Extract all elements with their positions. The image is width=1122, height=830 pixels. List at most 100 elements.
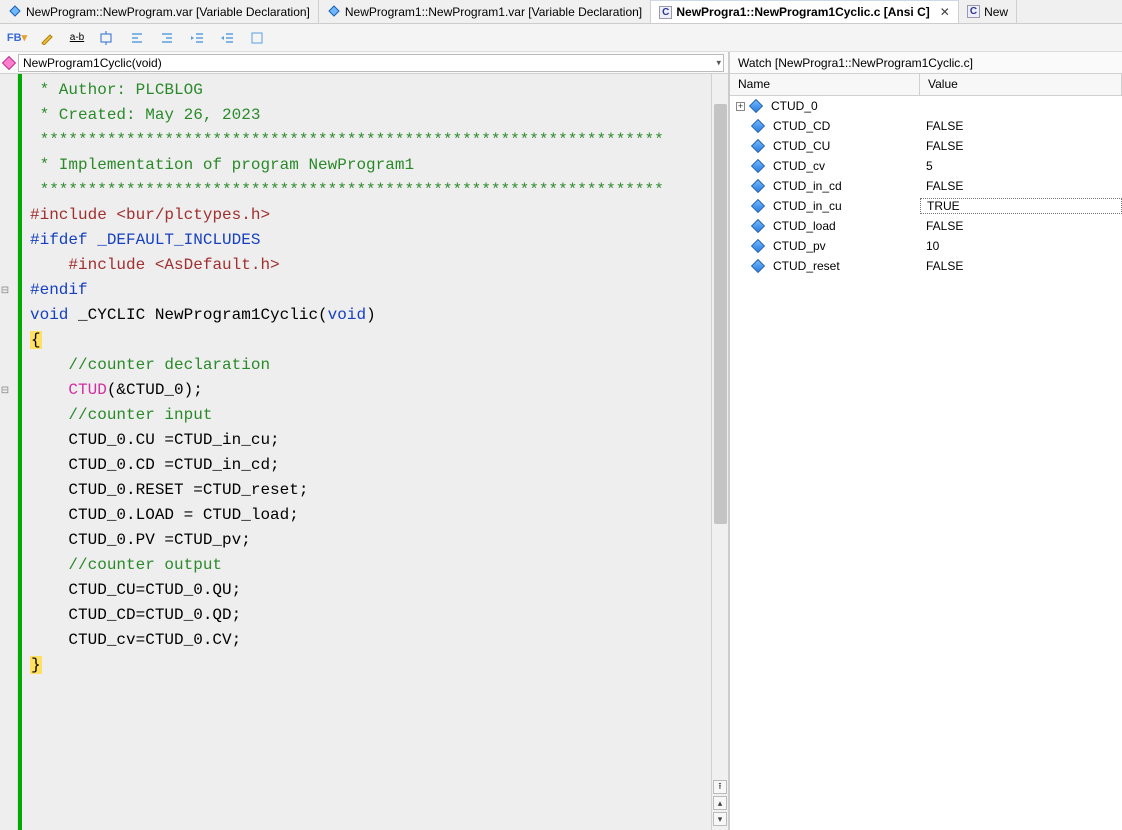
watch-row[interactable]: CTUD_CU FALSE	[730, 136, 1122, 156]
expand-icon[interactable]: +	[736, 102, 745, 111]
code-line: * Author: PLCBLOG	[30, 78, 711, 103]
watch-var-name: CTUD_cv	[773, 159, 825, 173]
watch-header: Name Value	[730, 74, 1122, 96]
watch-value-cell[interactable]: TRUE	[920, 198, 1122, 214]
tab-0[interactable]: NewProgram::NewProgram.var [Variable Dec…	[0, 0, 319, 23]
watch-name-cell: CTUD_load	[730, 219, 920, 233]
block-button[interactable]	[246, 27, 268, 49]
watch-var-name: CTUD_pv	[773, 239, 826, 253]
block-icon	[250, 31, 264, 45]
code-line: #include <bur/plctypes.h>	[30, 203, 711, 228]
indent-left-button[interactable]	[126, 27, 148, 49]
fold-minus-icon[interactable]: ⊟	[0, 385, 10, 395]
watch-name-cell: CTUD_reset	[730, 259, 920, 273]
tab-1[interactable]: NewProgram1::NewProgram1.var [Variable D…	[319, 0, 651, 23]
watch-row[interactable]: CTUD_CD FALSE	[730, 116, 1122, 136]
tab-label: NewProgra1::NewProgram1Cyclic.c [Ansi C]	[676, 5, 929, 19]
var-file-icon	[327, 5, 341, 19]
fold-minus-icon[interactable]: ⊟	[0, 285, 10, 295]
tab-label: NewProgram::NewProgram.var [Variable Dec…	[26, 5, 310, 19]
watch-row[interactable]: CTUD_in_cu TRUE	[730, 196, 1122, 216]
tab-label: New	[984, 5, 1008, 19]
watch-name-cell: CTUD_in_cd	[730, 179, 920, 193]
variable-icon	[751, 219, 765, 233]
code-text[interactable]: * Author: PLCBLOG * Created: May 26, 202…	[18, 74, 711, 830]
code-line: CTUD_0.PV =CTUD_pv;	[30, 528, 711, 553]
fold-gutter[interactable]: ⊟⊟	[0, 74, 18, 830]
watch-row[interactable]: CTUD_reset FALSE	[730, 256, 1122, 276]
toolbar: FB▾ a-b	[0, 24, 1122, 52]
code-line: CTUD_0.LOAD = CTUD_load;	[30, 503, 711, 528]
watch-var-name: CTUD_CU	[773, 139, 830, 153]
code-editor[interactable]: ⊟⊟ * Author: PLCBLOG * Created: May 26, …	[0, 74, 728, 830]
watch-value-cell[interactable]: FALSE	[920, 179, 1122, 193]
watch-var-name: CTUD_reset	[773, 259, 840, 273]
indent-icon	[220, 31, 234, 45]
breadcrumb-bar: NewProgram1Cyclic(void) ▾	[0, 52, 728, 74]
tab-label: NewProgram1::NewProgram1.var [Variable D…	[345, 5, 642, 19]
watch-row[interactable]: CTUD_cv 5	[730, 156, 1122, 176]
function-signature: NewProgram1Cyclic(void)	[23, 56, 162, 70]
save-button[interactable]	[36, 27, 58, 49]
variable-icon	[751, 159, 765, 173]
watch-row[interactable]: +CTUD_0	[730, 96, 1122, 116]
code-line: {	[30, 328, 711, 353]
watch-value-cell[interactable]: 10	[920, 239, 1122, 253]
chevron-down-icon: ▾	[716, 57, 721, 68]
outdent-button[interactable]	[186, 27, 208, 49]
code-line: CTUD_0.RESET =CTUD_reset;	[30, 478, 711, 503]
scrollbar-thumb[interactable]	[714, 104, 727, 524]
tab-3[interactable]: CNew	[959, 0, 1017, 23]
watch-col-value[interactable]: Value	[920, 74, 1122, 95]
code-line: ****************************************…	[30, 128, 711, 153]
indent-right-button[interactable]	[156, 27, 178, 49]
watch-name-cell: CTUD_CD	[730, 119, 920, 133]
watch-var-name: CTUD_load	[773, 219, 836, 233]
scroll-top-button[interactable]: ⭱	[713, 780, 727, 794]
code-line: //counter input	[30, 403, 711, 428]
tab-2[interactable]: C NewProgra1::NewProgram1Cyclic.c [Ansi C…	[651, 0, 959, 23]
scroll-down-button[interactable]: ▾	[713, 812, 727, 826]
watch-col-name[interactable]: Name	[730, 74, 920, 95]
code-line: CTUD_0.CD =CTUD_in_cd;	[30, 453, 711, 478]
code-line: CTUD_CD=CTUD_0.QD;	[30, 603, 711, 628]
vertical-scrollbar[interactable]: ⭱ ▴ ▾	[711, 74, 728, 830]
watch-value-cell[interactable]: FALSE	[920, 119, 1122, 133]
variable-icon	[751, 119, 765, 133]
watch-var-name: CTUD_CD	[773, 119, 830, 133]
watch-value-cell[interactable]: FALSE	[920, 139, 1122, 153]
code-line: //counter output	[30, 553, 711, 578]
function-selector[interactable]: NewProgram1Cyclic(void) ▾	[18, 54, 724, 72]
fb-button[interactable]: FB▾	[6, 27, 28, 49]
code-line: #include <AsDefault.h>	[30, 253, 711, 278]
c-file-icon: C	[659, 6, 672, 19]
watch-value-cell[interactable]: FALSE	[920, 259, 1122, 273]
variable-icon	[751, 179, 765, 193]
format-block-button[interactable]	[96, 27, 118, 49]
variable-icon	[751, 139, 765, 153]
watch-name-cell: CTUD_pv	[730, 239, 920, 253]
tab-bar: NewProgram::NewProgram.var [Variable Dec…	[0, 0, 1122, 24]
code-line: void _CYCLIC NewProgram1Cyclic(void)	[30, 303, 711, 328]
indent-button[interactable]	[216, 27, 238, 49]
watch-name-cell: CTUD_cv	[730, 159, 920, 173]
code-line: ****************************************…	[30, 178, 711, 203]
watch-row[interactable]: CTUD_pv 10	[730, 236, 1122, 256]
editor-pane: NewProgram1Cyclic(void) ▾ ⊟⊟ * Author: P…	[0, 52, 730, 830]
function-icon	[2, 55, 16, 69]
variable-icon	[751, 239, 765, 253]
watch-pane: Watch [NewProgra1::NewProgram1Cyclic.c] …	[730, 52, 1122, 830]
scroll-up-button[interactable]: ▴	[713, 796, 727, 810]
watch-row[interactable]: CTUD_in_cdFALSE	[730, 176, 1122, 196]
watch-name-cell: CTUD_CU	[730, 139, 920, 153]
code-line: }	[30, 653, 711, 678]
close-icon[interactable]: ✕	[940, 5, 950, 19]
watch-value-cell[interactable]: 5	[920, 159, 1122, 173]
watch-var-name: CTUD_in_cu	[773, 199, 842, 213]
ab-button[interactable]: a-b	[66, 27, 88, 49]
variable-icon	[751, 259, 765, 273]
variable-icon	[749, 99, 763, 113]
watch-row[interactable]: CTUD_load FALSE	[730, 216, 1122, 236]
watch-title: Watch [NewProgra1::NewProgram1Cyclic.c]	[730, 52, 1122, 74]
watch-value-cell[interactable]: FALSE	[920, 219, 1122, 233]
